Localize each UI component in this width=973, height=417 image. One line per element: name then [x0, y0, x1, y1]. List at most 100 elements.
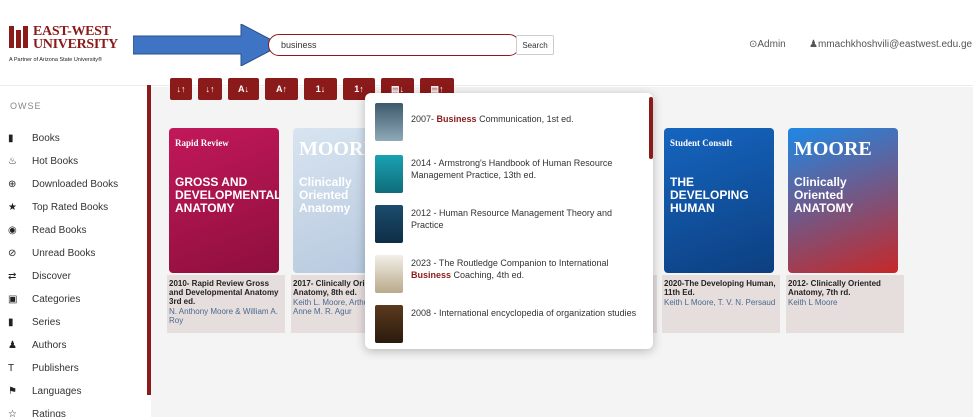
admin-label: Admin	[757, 39, 786, 50]
book-card[interactable]: Student Consult THE DEVELOPING HUMAN 2020-…	[662, 128, 780, 333]
suggestion-match: Business	[411, 270, 452, 280]
suggestion-thumbnail	[375, 103, 403, 141]
suggestion-item[interactable]: 2023 - The Routledge Companion to Intern…	[375, 255, 645, 301]
suggestion-match: Business	[436, 114, 477, 124]
book-card[interactable]: MOORE Clinically Oriented ANATOMY 2012- Cl…	[786, 128, 904, 333]
cover-badge: Student Consult	[670, 138, 733, 148]
suggestion-text: 2014 - Armstrong's Handbook of Human Res…	[411, 157, 643, 181]
book-meta: 2012- Clinically Oriented Anatomy, 7th r…	[786, 275, 904, 333]
suggestion-text-pre: 2007-	[411, 114, 437, 124]
suggestion-text: 2023 - The Routledge Companion to Intern…	[411, 257, 643, 281]
text-icon: T	[8, 363, 15, 374]
book-cover[interactable]: MOORE Clinically Oriented ANATOMY	[788, 128, 898, 273]
sidebar-item-discover[interactable]: ⇄ Discover	[8, 271, 71, 289]
sidebar-item-label: Unread Books	[32, 248, 96, 259]
sort-button-1[interactable]: ↓↑	[170, 78, 192, 100]
suggestion-text: 2012 - Human Resource Management Theory …	[411, 207, 643, 231]
sidebar-item-ratings[interactable]: ☆ Ratings	[8, 409, 66, 417]
user-account-link[interactable]: ♟mmachkhoshvili@eastwest.edu.ge	[809, 39, 972, 50]
sort-button-3[interactable]: A↓	[228, 78, 259, 100]
book-title[interactable]: 2010- Rapid Review Gross and Development…	[169, 279, 285, 306]
sort-alpha-icon: A↓	[238, 84, 249, 94]
user-icon: ♟	[8, 340, 17, 351]
annotation-arrow-icon	[133, 24, 281, 66]
university-logo[interactable]: EAST-WEST UNIVERSITY A Partner of Arizon…	[9, 24, 129, 72]
cover-title: GROSS AND DEVELOPMENTAL ANATOMY	[175, 175, 279, 215]
suggestion-item[interactable]: 2007- Business Communication, 1st ed.	[375, 103, 645, 149]
suggestion-text: 2007- Business Communication, 1st ed.	[411, 113, 643, 125]
sidebar-item-label: Downloaded Books	[32, 179, 119, 190]
logo-line3: A Partner of Arizona State University®	[9, 57, 103, 63]
sidebar-item-series[interactable]: ▮ Series	[8, 317, 60, 335]
cover-badge: Rapid Review	[175, 138, 229, 148]
sidebar-item-hot-books[interactable]: ♨ Hot Books	[8, 156, 78, 174]
suggestion-text-pre: 2014 - Armstrong's Handbook of Human Res…	[411, 158, 613, 180]
suggestion-text-post: Coaching, 4th ed.	[451, 270, 525, 280]
sidebar-item-label: Discover	[32, 271, 71, 282]
suggestion-thumbnail	[375, 255, 403, 293]
user-email: mmachkhoshvili@eastwest.edu.ge	[817, 39, 973, 50]
sort-button-2[interactable]: ↓↑	[198, 78, 222, 100]
cover-title: Clinically Oriented ANATOMY	[794, 175, 854, 215]
sort-button-4[interactable]: A↑	[265, 78, 298, 100]
sidebar-item-categories[interactable]: ▣ Categories	[8, 294, 80, 312]
search-input[interactable]	[281, 37, 506, 53]
cover-badge: MOORE	[794, 138, 872, 160]
sort-numeric-icon: 1↓	[315, 84, 326, 94]
suggestion-text: 2008 - International encyclopedia of org…	[411, 307, 643, 319]
suggestion-thumbnail	[375, 205, 403, 243]
dropdown-scrollbar[interactable]	[649, 97, 653, 159]
sidebar-item-downloaded-books[interactable]: ⊕ Downloaded Books	[8, 179, 118, 197]
shuffle-icon: ⇄	[8, 271, 17, 282]
suggestion-item[interactable]: 2012 - Human Resource Management Theory …	[375, 205, 645, 251]
flag-icon: ⚑	[8, 386, 17, 397]
search-button[interactable]: Search	[516, 35, 554, 55]
sort-alpha-desc-icon: A↑	[276, 84, 287, 94]
suggestion-text-pre: 2012 - Human Resource Management Theory …	[411, 208, 612, 230]
star-icon: ★	[8, 202, 17, 213]
sidebar-item-books[interactable]: ▮ Books	[8, 133, 60, 151]
sidebar-item-read-books[interactable]: ◉ Read Books	[8, 225, 86, 243]
book-author[interactable]: Keith L Moore, T. V. N. Persaud	[664, 298, 780, 307]
user-icon: ♟	[809, 39, 818, 50]
sidebar: OWSE ▮ Books ♨ Hot Books ⊕ Downloaded Books ★ T…	[0, 87, 150, 417]
admin-link[interactable]: ⊙Admin	[749, 39, 786, 50]
sidebar-item-languages[interactable]: ⚑ Languages	[8, 386, 82, 404]
book-card[interactable]: Rapid Review GROSS AND DEVELOPMENTAL ANAT…	[167, 128, 285, 333]
download-icon: ⊕	[8, 179, 17, 190]
book-cover[interactable]: Rapid Review GROSS AND DEVELOPMENTAL ANAT…	[169, 128, 279, 273]
sidebar-item-top-rated-books[interactable]: ★ Top Rated Books	[8, 202, 108, 220]
logo-mark-icon	[9, 26, 31, 48]
sidebar-item-label: Series	[32, 317, 61, 328]
logo-line2: UNIVERSITY	[33, 37, 118, 52]
suggestion-item[interactable]: 2014 - Armstrong's Handbook of Human Res…	[375, 155, 645, 201]
bookmark-icon: ▮	[8, 317, 14, 328]
sidebar-item-publishers[interactable]: T Publishers	[8, 363, 79, 381]
sort-button-5[interactable]: 1↓	[304, 78, 337, 100]
book-title[interactable]: 2020-The Developing Human, 11th Ed.	[664, 279, 780, 297]
sidebar-item-label: Ratings	[32, 409, 66, 417]
sidebar-item-unread-books[interactable]: ⊘ Unread Books	[8, 248, 95, 266]
book-icon: ▮	[8, 133, 14, 144]
suggestion-item[interactable]: 2008 - International encyclopedia of org…	[375, 305, 645, 349]
sidebar-item-label: Hot Books	[32, 156, 79, 167]
eye-slash-icon: ⊘	[8, 248, 17, 259]
folder-icon: ▣	[8, 294, 18, 305]
sort-numeric-desc-icon: 1↑	[354, 84, 364, 94]
suggestion-thumbnail	[375, 155, 403, 193]
suggestion-text-pre: 2023 - The Routledge Companion to Intern…	[411, 258, 609, 268]
book-title[interactable]: 2012- Clinically Oriented Anatomy, 7th r…	[788, 279, 904, 297]
eye-icon: ◉	[8, 225, 17, 236]
book-meta: 2010- Rapid Review Gross and Development…	[167, 275, 285, 333]
book-author[interactable]: N. Anthony Moore & William A. Roy	[169, 307, 285, 325]
search-suggestions-dropdown: 2007- Business Communication, 1st ed. 201…	[365, 93, 653, 349]
sidebar-item-authors[interactable]: ♟ Authors	[8, 340, 66, 358]
book-author[interactable]: Keith L Moore	[788, 298, 904, 307]
sort-date-desc-icon: ↓↑	[205, 84, 215, 94]
suggestion-text-post: Communication, 1st ed.	[476, 114, 574, 124]
fire-icon: ♨	[8, 156, 17, 167]
book-cover[interactable]: Student Consult THE DEVELOPING HUMAN	[664, 128, 774, 273]
book-meta: 2020-The Developing Human, 11th Ed. Keith…	[662, 275, 780, 333]
suggestion-thumbnail	[375, 305, 403, 343]
sort-date-icon: ↓↑	[176, 84, 186, 94]
